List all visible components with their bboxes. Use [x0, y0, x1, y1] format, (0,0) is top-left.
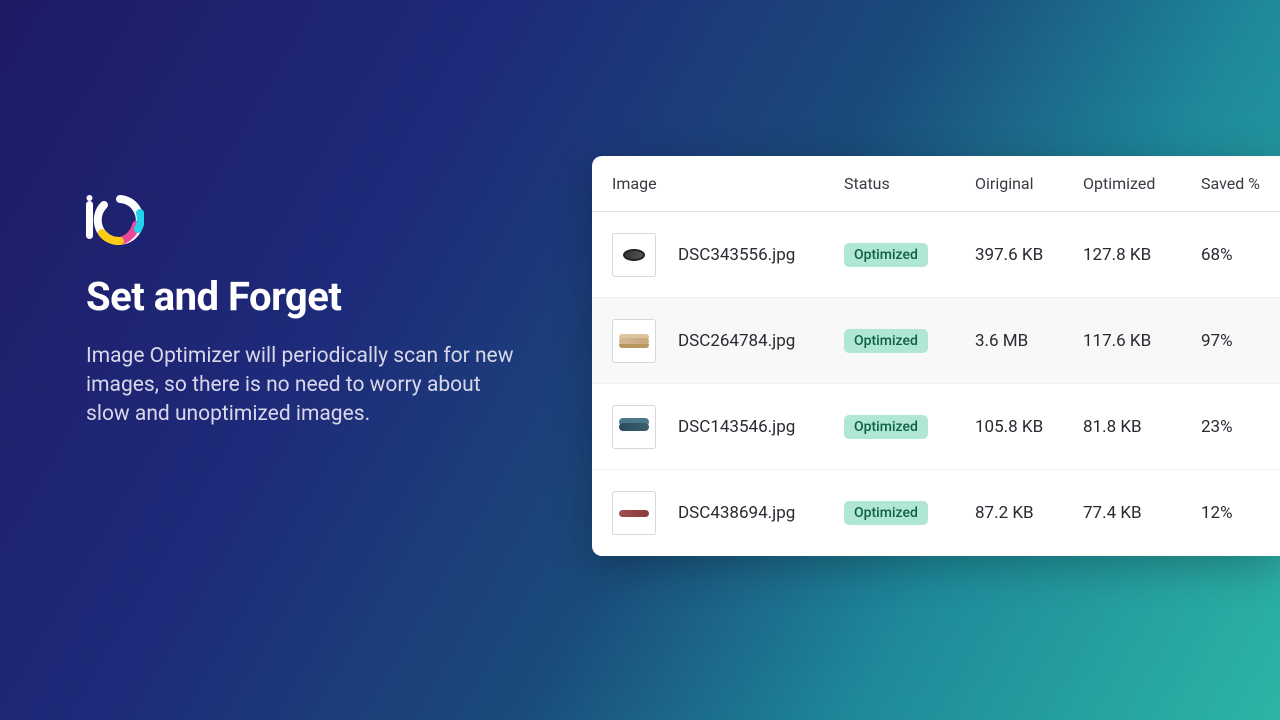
saved-percent: 23% [1201, 417, 1280, 437]
promo-left-pane: Set and Forget Image Optimizer will peri… [86, 195, 526, 429]
col-header-image: Image [612, 174, 844, 193]
saved-percent: 97% [1201, 331, 1280, 351]
status-badge: Optimized [844, 243, 928, 267]
promo-heading: Set and Forget [86, 273, 526, 320]
table-row: DSC143546.jpg Optimized 105.8 KB 81.8 KB… [592, 384, 1280, 470]
optimized-size: 117.6 KB [1083, 331, 1201, 351]
saved-percent: 68% [1201, 245, 1280, 265]
filename: DSC343556.jpg [678, 245, 795, 265]
table-row: DSC438694.jpg Optimized 87.2 KB 77.4 KB … [592, 470, 1280, 556]
image-thumbnail-icon [612, 233, 656, 277]
image-thumbnail-icon [612, 319, 656, 363]
table-row: DSC343556.jpg Optimized 397.6 KB 127.8 K… [592, 212, 1280, 298]
table-row: DSC264784.jpg Optimized 3.6 MB 117.6 KB … [592, 298, 1280, 384]
image-thumbnail-icon [612, 405, 656, 449]
status-badge: Optimized [844, 329, 928, 353]
image-thumbnail-icon [612, 491, 656, 535]
optimized-size: 77.4 KB [1083, 503, 1201, 523]
optimized-size: 127.8 KB [1083, 245, 1201, 265]
table-header-row: Image Status Oiriginal Optimized Saved % [592, 156, 1280, 212]
original-size: 105.8 KB [975, 417, 1083, 437]
filename: DSC143546.jpg [678, 417, 795, 437]
promo-description: Image Optimizer will periodically scan f… [86, 342, 526, 429]
original-size: 397.6 KB [975, 245, 1083, 265]
filename: DSC264784.jpg [678, 331, 795, 351]
col-header-original: Oiriginal [975, 174, 1083, 193]
status-badge: Optimized [844, 415, 928, 439]
saved-percent: 12% [1201, 503, 1280, 523]
col-header-status: Status [844, 174, 975, 193]
filename: DSC438694.jpg [678, 503, 795, 523]
app-logo-icon [86, 195, 144, 245]
col-header-saved: Saved % [1201, 174, 1280, 193]
optimization-table: Image Status Oiriginal Optimized Saved %… [592, 156, 1280, 556]
status-badge: Optimized [844, 501, 928, 525]
optimized-size: 81.8 KB [1083, 417, 1201, 437]
original-size: 3.6 MB [975, 331, 1083, 351]
original-size: 87.2 KB [975, 503, 1083, 523]
col-header-optimized: Optimized [1083, 174, 1201, 193]
